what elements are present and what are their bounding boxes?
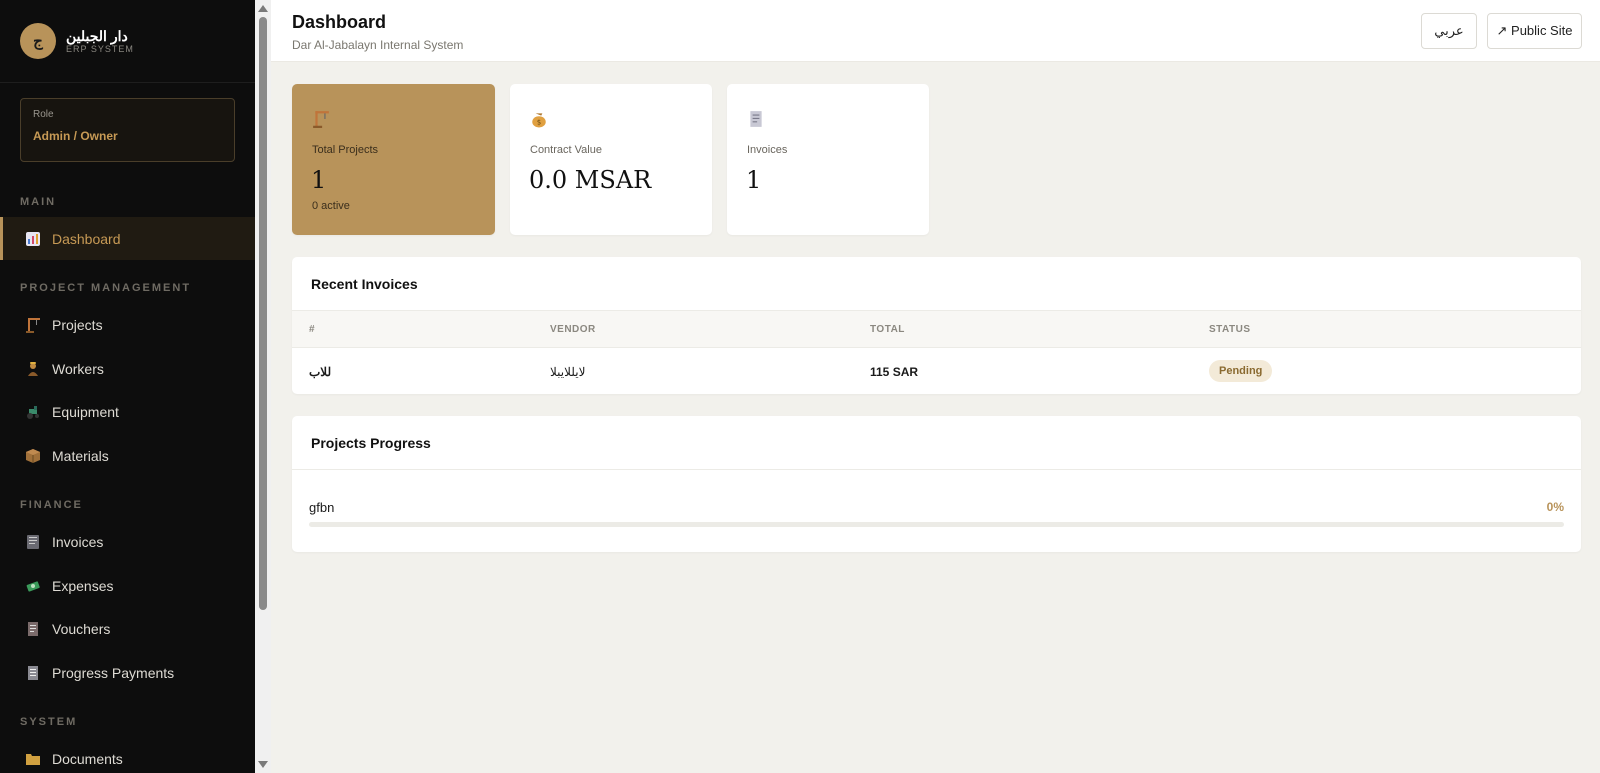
recent-invoices-panel: Recent Invoices # VENDOR TOTAL STATUS لل… <box>292 257 1581 394</box>
sidebar-item-materials[interactable]: Materials <box>0 434 255 477</box>
receipt-icon <box>747 110 765 128</box>
brand-name: دار الجبلين <box>66 27 128 44</box>
brand-logo: ج <box>20 23 56 59</box>
column-header-vendor: VENDOR <box>550 324 596 335</box>
panel-title: Projects Progress <box>311 435 431 451</box>
sidebar-item-label: Dashboard <box>52 230 121 247</box>
sidebar-item-dashboard[interactable]: Dashboard <box>0 217 255 260</box>
sidebar-item-label: Vouchers <box>52 620 111 637</box>
invoice-vendor: لايللايبلا <box>550 365 586 379</box>
sidebar-item-documents[interactable]: Documents <box>0 737 255 773</box>
sidebar-item-label: Expenses <box>52 577 114 594</box>
sidebar-item-equipment[interactable]: Equipment <box>0 390 255 433</box>
sidebar-item-label: Workers <box>52 360 104 377</box>
section-system: SYSTEM <box>20 716 78 728</box>
sidebar-item-label: Progress Payments <box>52 664 175 681</box>
crane-icon <box>312 110 330 128</box>
section-main: MAIN <box>20 196 57 208</box>
document-icon <box>25 665 41 681</box>
sidebar: ج دار الجبلين ERP SYSTEM Role Admin / Ow… <box>0 0 255 773</box>
header: Dashboard Dar Al-Jabalayn Internal Syste… <box>271 0 1600 62</box>
page-title: Dashboard <box>292 12 387 32</box>
status-badge: Pending <box>1209 360 1273 382</box>
sidebar-item-invoices[interactable]: Invoices <box>0 520 255 563</box>
receipt-icon <box>25 621 41 637</box>
money-wings-icon <box>25 578 41 594</box>
sidebar-item-progress-payments[interactable]: Progress Payments <box>0 651 255 694</box>
money-bag-icon: $ <box>530 110 548 128</box>
sidebar-item-label: Materials <box>52 447 109 464</box>
column-header-total: TOTAL <box>870 324 905 335</box>
sidebar-item-projects[interactable]: Projects <box>0 303 255 346</box>
public-site-button[interactable]: ↗ Public Site <box>1487 13 1582 49</box>
project-percent: 0% <box>1546 500 1564 514</box>
role-value: Admin / Owner <box>33 129 118 143</box>
stat-card-contract-value[interactable]: $ Contract Value 0.0 MSAR <box>510 84 712 235</box>
section-project-management: PROJECT MANAGEMENT <box>20 282 192 294</box>
worker-icon <box>25 361 41 377</box>
scroll-up-arrow-icon[interactable] <box>258 5 268 12</box>
stat-value: 0.0 MSAR <box>529 166 652 194</box>
divider <box>292 469 1581 470</box>
brand-subtitle: ERP SYSTEM <box>66 43 134 54</box>
tractor-icon <box>25 404 41 420</box>
sidebar-item-label: Invoices <box>52 533 104 550</box>
sidebar-scrollbar[interactable] <box>255 0 271 773</box>
scroll-thumb[interactable] <box>259 17 267 610</box>
scroll-down-arrow-icon[interactable] <box>258 761 268 768</box>
panel-title: Recent Invoices <box>311 276 418 292</box>
stat-extra: 0 active <box>312 200 350 212</box>
sidebar-item-workers[interactable]: Workers <box>0 347 255 390</box>
stat-card-invoices[interactable]: Invoices 1 <box>727 84 929 235</box>
chart-icon <box>25 231 41 247</box>
stat-label: Invoices <box>747 144 788 156</box>
sidebar-item-label: Equipment <box>52 403 119 420</box>
stat-value: 1 <box>311 166 327 194</box>
project-name: gfbn <box>309 500 335 515</box>
role-box: Role Admin / Owner <box>20 98 235 162</box>
section-finance: FINANCE <box>20 499 83 511</box>
stat-label: Contract Value <box>530 144 602 156</box>
sidebar-item-vouchers[interactable]: Vouchers <box>0 607 255 650</box>
sidebar-item-label: Projects <box>52 316 103 333</box>
progress-bar <box>309 522 1564 527</box>
svg-text:$: $ <box>537 119 541 127</box>
ledger-icon <box>25 534 41 550</box>
sidebar-item-label: Documents <box>52 750 123 767</box>
table-header: # VENDOR TOTAL STATUS <box>292 310 1581 348</box>
folder-icon <box>25 751 41 767</box>
brand[interactable]: ج دار الجبلين ERP SYSTEM <box>0 0 255 83</box>
column-header-number: # <box>309 324 316 335</box>
crane-icon <box>25 317 41 333</box>
box-icon <box>25 448 41 464</box>
language-toggle-button[interactable]: عربي <box>1421 13 1477 49</box>
stat-label: Total Projects <box>312 144 379 156</box>
page-subtitle: Dar Al-Jabalayn Internal System <box>292 38 464 52</box>
stat-value: 1 <box>746 166 762 194</box>
invoice-total: 115 SAR <box>870 365 919 379</box>
invoice-number: للاب <box>309 365 332 379</box>
role-label: Role <box>33 109 54 120</box>
projects-progress-panel: Projects Progress gfbn 0% <box>292 416 1581 552</box>
sidebar-item-expenses[interactable]: Expenses <box>0 564 255 607</box>
column-header-status: STATUS <box>1209 324 1251 335</box>
stat-card-total-projects[interactable]: Total Projects 1 0 active <box>292 84 495 235</box>
